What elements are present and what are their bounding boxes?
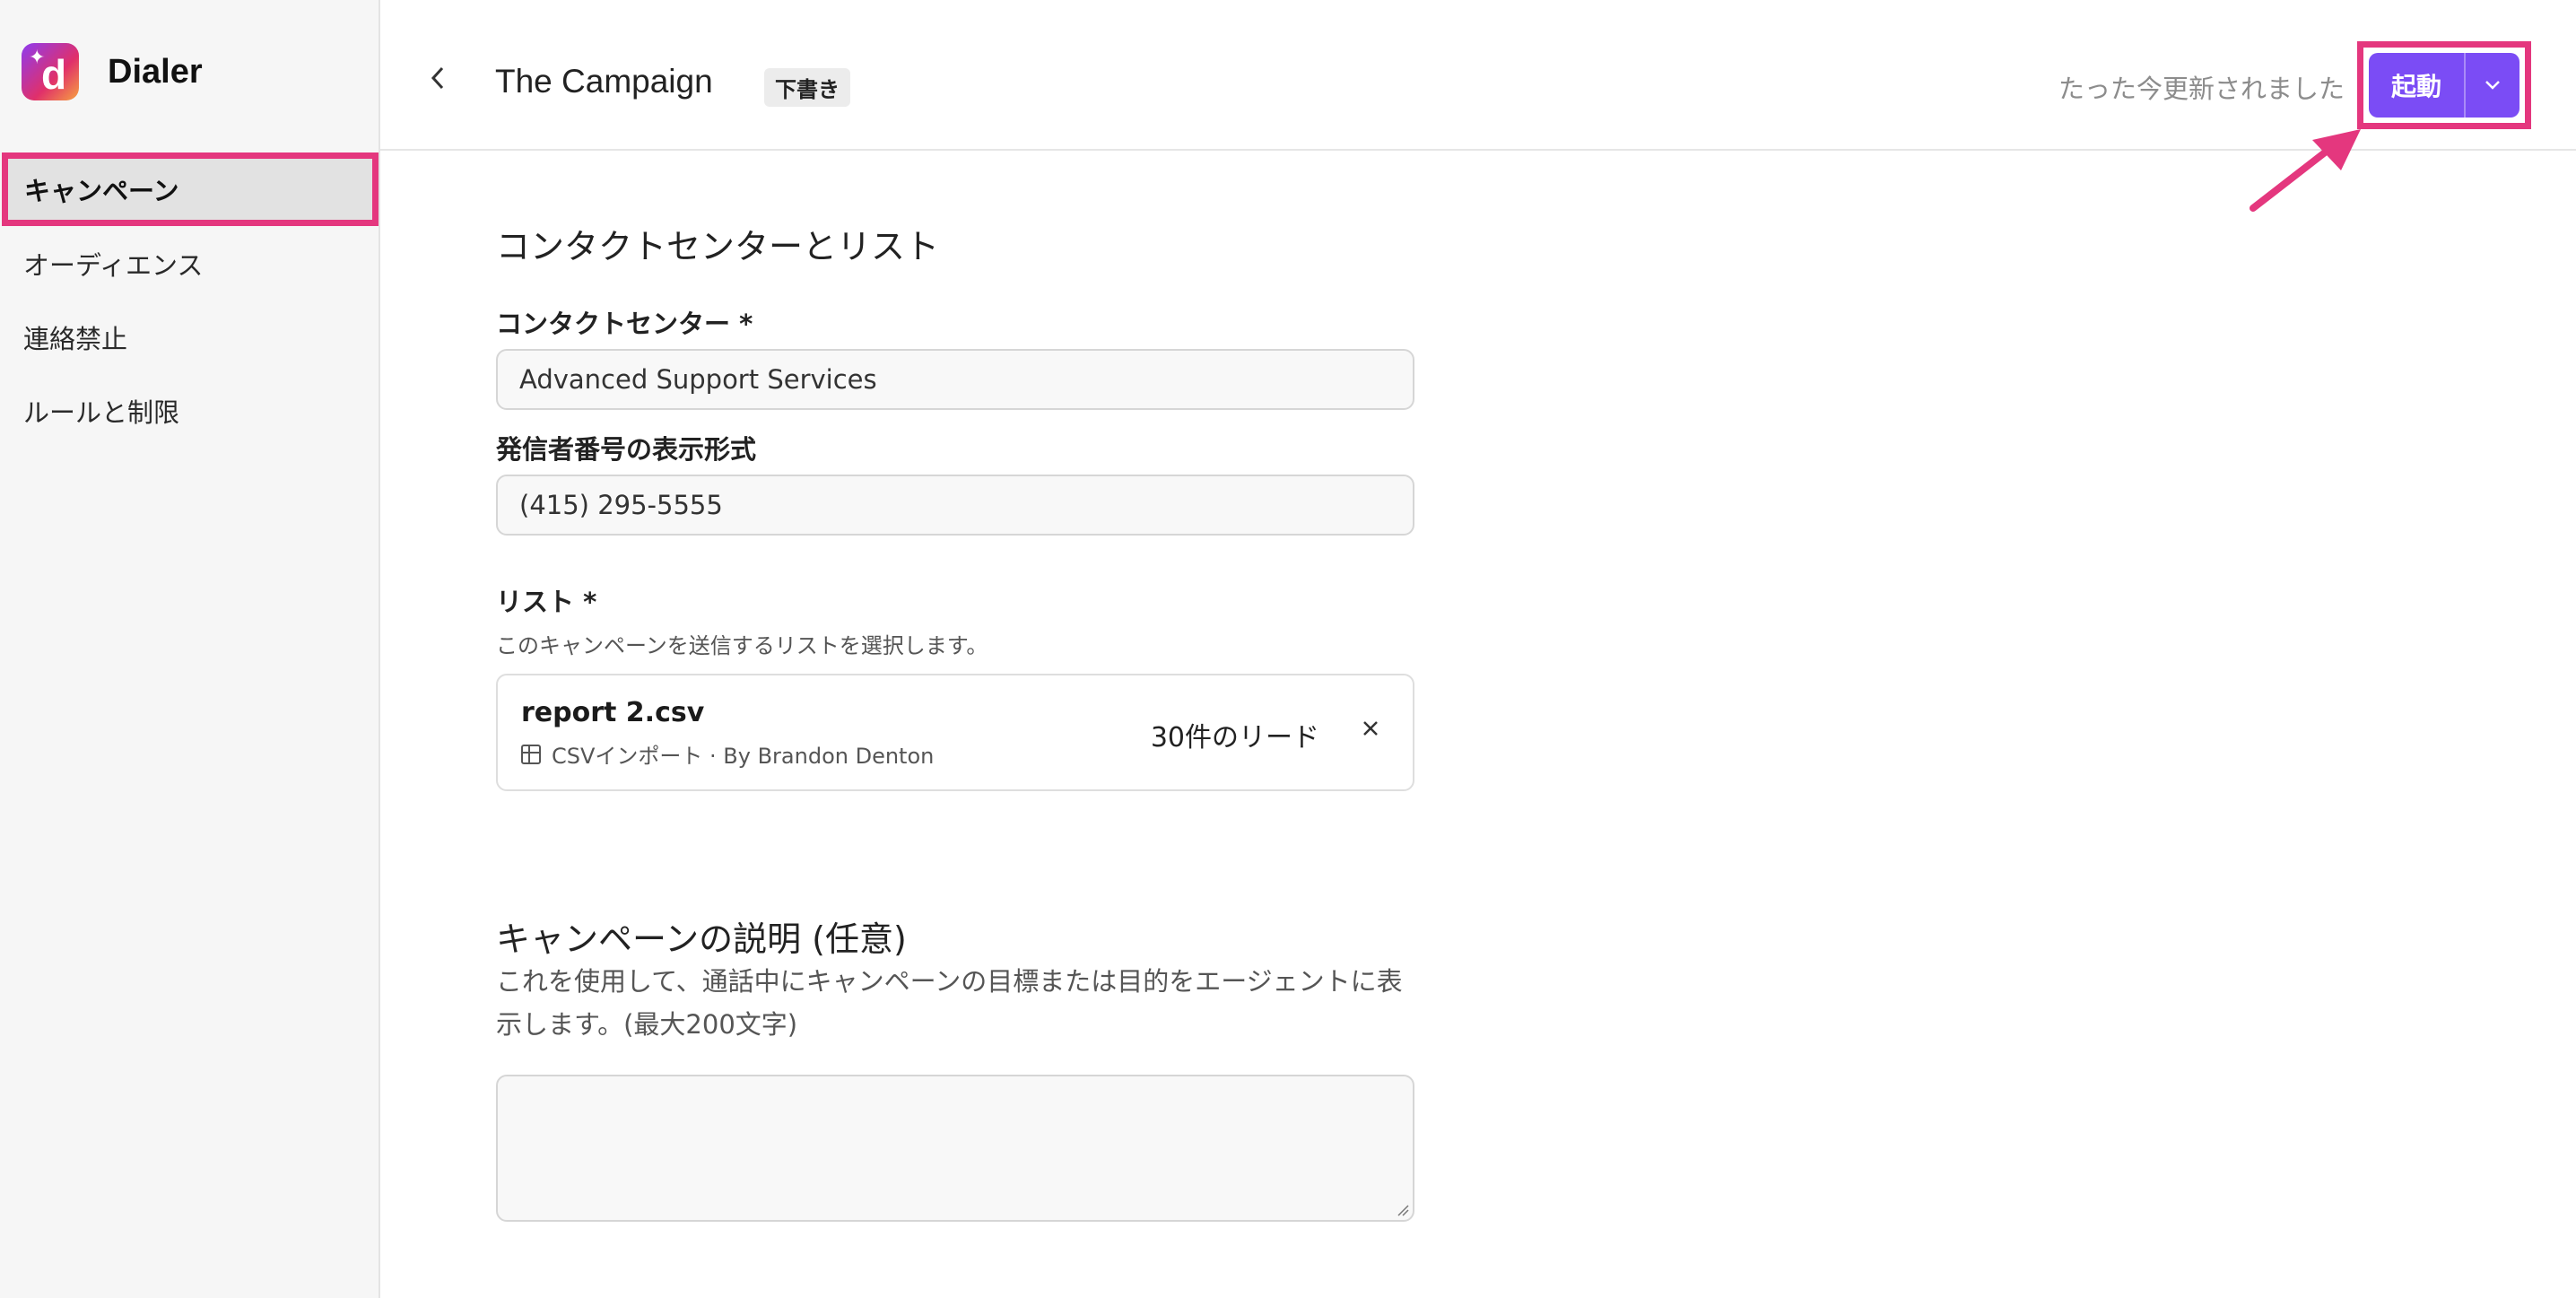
list-file-meta: CSVインポート · By Brandon Denton: [521, 738, 934, 770]
updated-status: たった今更新されました: [2058, 74, 2345, 104]
caller-id-field[interactable]: (415) 295-5555: [496, 475, 1414, 536]
lead-count: 30件のリード: [1150, 722, 1319, 754]
brand[interactable]: ✦ d Dialer: [22, 43, 203, 100]
list-label: リスト *: [496, 587, 597, 617]
chevron-down-icon: [2485, 81, 2500, 90]
sidebar-item-campaigns[interactable]: キャンペーン: [2, 152, 379, 226]
description-textarea[interactable]: [496, 1075, 1414, 1222]
sidebar: ✦ d Dialer キャンペーン オーディエンス 連絡禁止 ルールと制限: [0, 0, 380, 1298]
list-file-name: report 2.csv: [521, 697, 705, 728]
list-file-source: CSVインポート · By Brandon Denton: [552, 744, 935, 769]
resize-handle-icon[interactable]: [1397, 1204, 1409, 1216]
app-name: Dialer: [108, 52, 203, 91]
annotation-arrow-icon: [2250, 129, 2361, 212]
sidebar-item-do-not-contact[interactable]: 連絡禁止: [0, 301, 380, 373]
dialer-logo-icon: ✦ d: [22, 43, 79, 100]
contact-center-field[interactable]: Advanced Support Services: [496, 349, 1414, 410]
section-title-contact-center: コンタクトセンターとリスト: [496, 227, 940, 266]
launch-highlight: 起動: [2357, 41, 2531, 129]
back-chevron-icon[interactable]: [429, 65, 447, 99]
description-title: キャンペーンの説明 (任意): [496, 919, 907, 959]
table-icon: [521, 744, 541, 764]
launch-split-button: 起動: [2369, 53, 2519, 118]
list-help-text: このキャンペーンを送信するリストを選択します。: [496, 633, 988, 658]
caller-id-label: 発信者番号の表示形式: [496, 434, 757, 465]
status-badge: 下書き: [764, 68, 850, 107]
launch-options-button[interactable]: [2466, 53, 2519, 118]
sidebar-nav: キャンペーン オーディエンス 連絡禁止 ルールと制限: [0, 152, 380, 449]
launch-button[interactable]: 起動: [2369, 53, 2466, 118]
selected-list-card[interactable]: report 2.csv CSVインポート · By Brandon Dento…: [496, 674, 1414, 791]
page-title: The Campaign: [495, 63, 713, 100]
sidebar-item-audience[interactable]: オーディエンス: [0, 228, 380, 300]
description-help-text: これを使用して、通話中にキャンペーンの目標または目的をエージェントに表示します。…: [496, 966, 1403, 1040]
remove-list-close-icon[interactable]: [1361, 711, 1380, 745]
sidebar-item-rules-limits[interactable]: ルールと制限: [0, 375, 380, 447]
contact-center-label: コンタクトセンター *: [496, 309, 753, 339]
